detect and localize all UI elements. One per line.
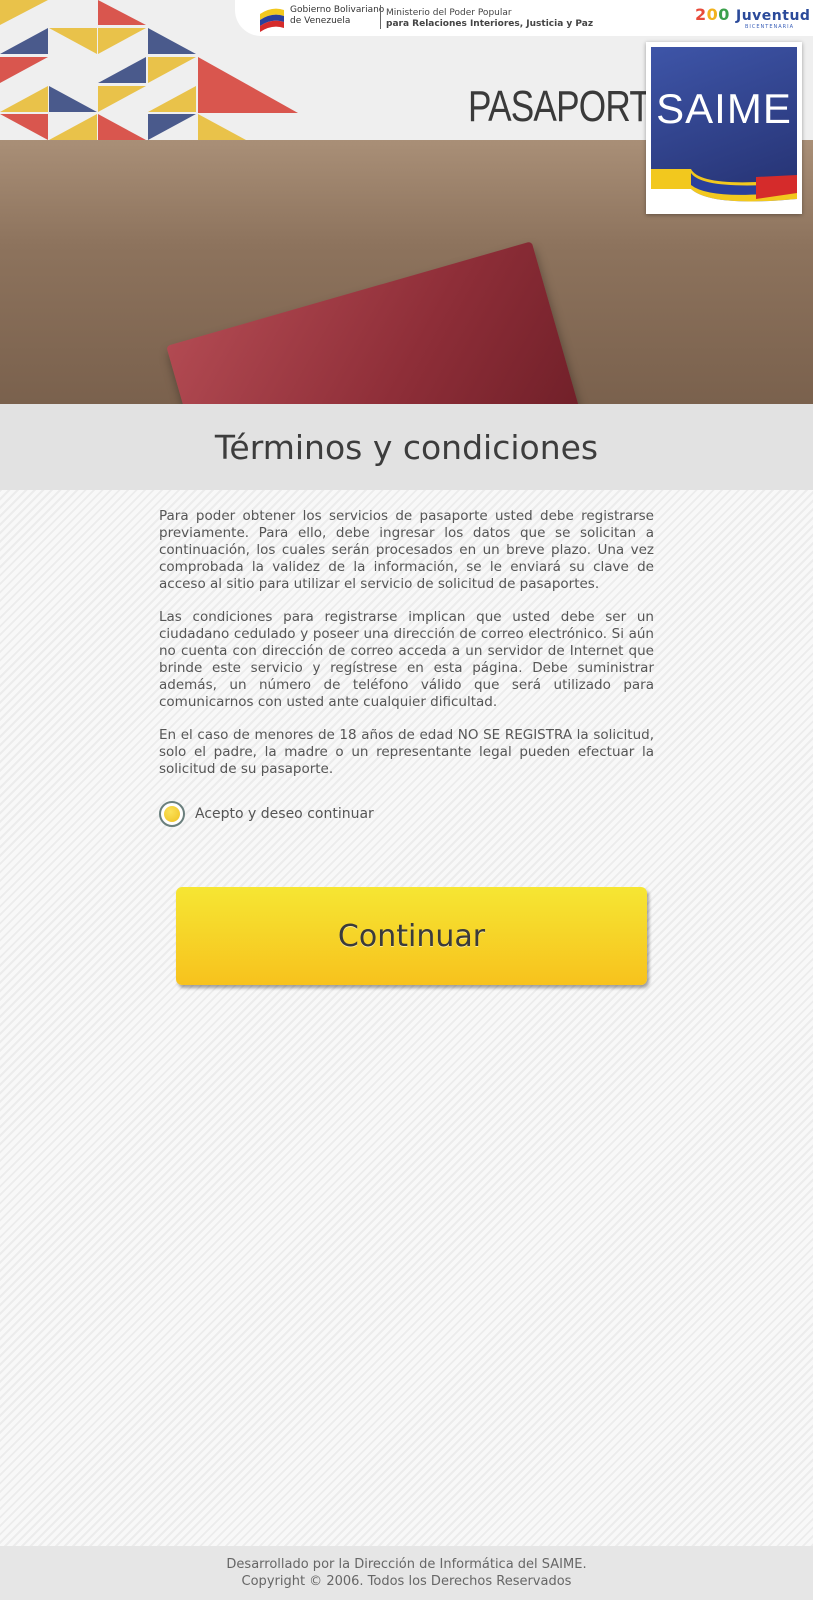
government-logo-text: Gobierno Bolivariano de Venezuela xyxy=(290,5,385,26)
saime-ribbon-icon xyxy=(651,169,797,207)
pasaporte-heading: PASAPORTE xyxy=(468,82,674,131)
header-banner: Gobierno Bolivariano de Venezuela Minist… xyxy=(0,0,813,404)
radio-selected-dot xyxy=(164,806,180,822)
terms-paragraph-1: Para poder obtener los servicios de pasa… xyxy=(159,508,654,592)
accept-radio[interactable] xyxy=(159,801,185,827)
ministry-text: Ministerio del Poder Popular para Relaci… xyxy=(386,8,594,29)
accept-label[interactable]: Acepto y deseo continuar xyxy=(195,806,374,822)
page-title: Términos y condiciones xyxy=(214,428,599,467)
footer-copyright: Copyright © 2006. Todos los Derechos Res… xyxy=(241,1574,572,1589)
passport-image xyxy=(166,241,584,404)
terms-paragraph-3: En el caso de menores de 18 años de edad… xyxy=(159,727,654,777)
terms-content: Para poder obtener los servicios de pasa… xyxy=(159,508,654,794)
title-band: Términos y condiciones xyxy=(0,404,813,490)
continue-button[interactable]: Continuar xyxy=(176,887,647,985)
venezuela-flag-icon xyxy=(260,8,284,32)
accept-terms-option[interactable]: Acepto y deseo continuar xyxy=(159,799,374,829)
terms-paragraph-2: Las condiciones para registrarse implica… xyxy=(159,609,654,710)
footer-credit: Desarrollado por la Dirección de Informá… xyxy=(226,1557,587,1572)
footer: Desarrollado por la Dirección de Informá… xyxy=(0,1546,813,1600)
saime-logo: SAIME xyxy=(646,42,802,214)
